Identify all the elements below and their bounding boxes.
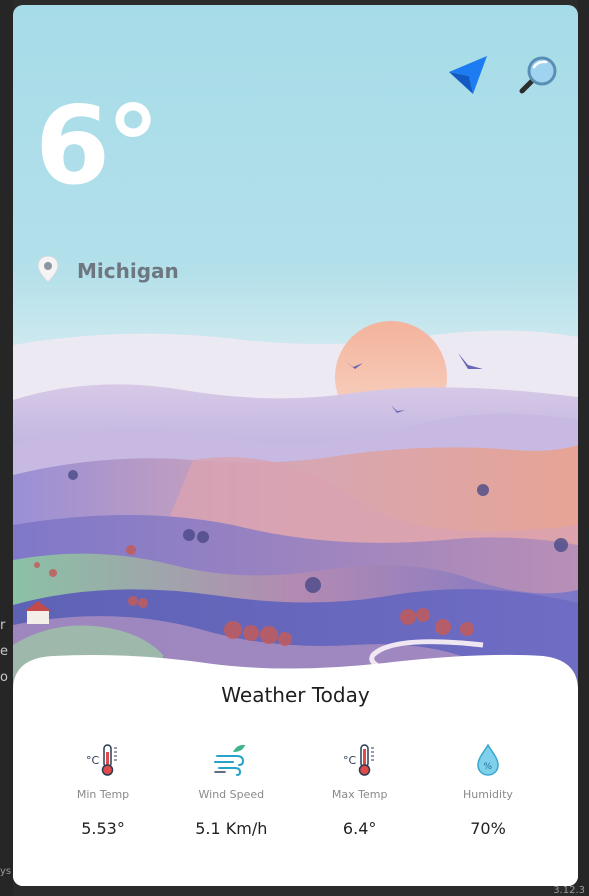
background-text-fragment: ys: [0, 866, 12, 877]
background-editor-right: [578, 0, 589, 896]
weather-app-screen: 6° Michigan Weather Today °C Min Temp 5.…: [13, 5, 578, 886]
svg-text:°C: °C: [86, 754, 100, 767]
svg-text:%: %: [483, 762, 492, 772]
wind-icon: [211, 740, 251, 780]
stat-value: 5.53°: [81, 819, 125, 838]
thermometer-icon: °C: [83, 740, 123, 780]
stat-value: 70%: [470, 819, 506, 838]
stat-max-temp: °C Max Temp 6.4°: [300, 740, 420, 838]
svg-text:°C: °C: [343, 754, 357, 767]
location-pin-icon: [37, 255, 59, 287]
background-text-fragment: e: [0, 644, 8, 659]
location-row: Michigan: [37, 255, 179, 287]
magnifier-icon[interactable]: [516, 53, 560, 97]
stat-value: 6.4°: [342, 819, 377, 838]
stat-min-temp: °C Min Temp 5.53°: [43, 740, 163, 838]
location-name: Michigan: [77, 259, 179, 283]
background-editor-left: [0, 0, 13, 896]
stat-label: Min Temp: [76, 788, 130, 801]
navigation-arrow-icon[interactable]: [446, 53, 490, 97]
thermometer-icon: °C: [340, 740, 380, 780]
humidity-drop-icon: %: [468, 740, 508, 780]
stat-humidity: % Humidity 70%: [428, 740, 548, 838]
top-actions: [446, 53, 560, 97]
stat-value: 5.1 Km/h: [195, 819, 268, 838]
background-text-fragment: r: [0, 618, 6, 633]
stat-label: Wind Speed: [198, 788, 265, 801]
background-text-fragment: o: [0, 670, 8, 685]
stat-label: Humidity: [463, 788, 513, 801]
current-temperature: 6°: [35, 84, 160, 209]
stat-wind-speed: Wind Speed 5.1 Km/h: [171, 740, 291, 838]
stat-label: Max Temp: [331, 788, 388, 801]
stats-row: °C Min Temp 5.53° Wind Speed 5.1 Km/h °C…: [43, 740, 548, 838]
background-version-text: 3.12.3: [553, 885, 585, 896]
card-title: Weather Today: [221, 683, 370, 707]
